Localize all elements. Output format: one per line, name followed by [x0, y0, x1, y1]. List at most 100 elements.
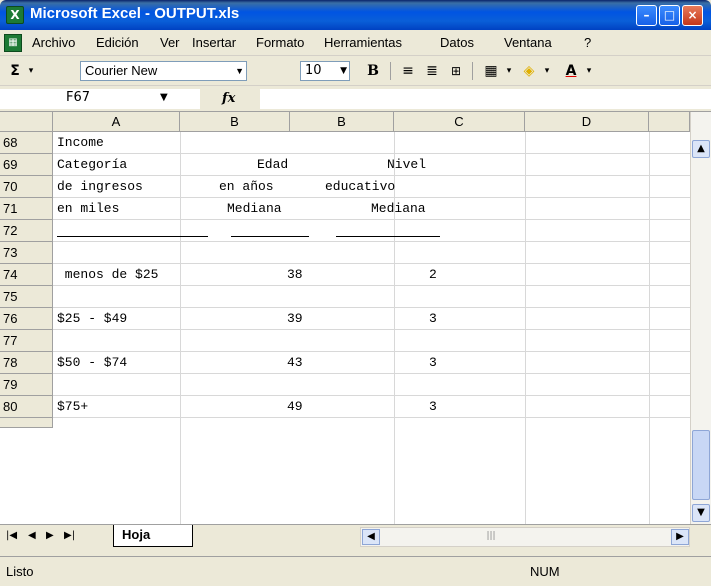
workbook-icon[interactable]: ▦	[4, 34, 22, 52]
align-center-icon[interactable]: ≡	[398, 61, 418, 81]
chevron-down-icon[interactable]: ▾	[584, 61, 594, 81]
row-header[interactable]: 69	[0, 154, 53, 176]
row-header[interactable]: 79	[0, 374, 53, 396]
table-row: en miles Mediana Mediana	[53, 198, 690, 220]
row-header[interactable]: 72	[0, 220, 53, 242]
cell-c69[interactable]: Nivel	[387, 154, 426, 176]
spreadsheet-grid[interactable]: A B B C D 68 Income 69 Categoría Edad Ni…	[0, 112, 690, 524]
scroll-thumb[interactable]	[692, 430, 710, 500]
row-header[interactable]: 68	[0, 132, 53, 154]
cell-c80[interactable]: 3	[429, 396, 437, 418]
column-header-c[interactable]: C	[394, 112, 525, 132]
last-sheet-icon[interactable]: ▶|	[64, 530, 75, 541]
cell-c76[interactable]: 3	[429, 308, 437, 330]
formatting-toolbar: Σ ▾ Courier New ▼ 10 ▼ B ≡ ≣ ⊞ ▦ ▾ ◈ ▾ A…	[0, 56, 711, 86]
table-row: $25 - $49 39 3	[53, 308, 690, 330]
table-row: Categoría Edad Nivel	[53, 154, 690, 176]
menu-herramientas[interactable]: Herramientas	[324, 35, 402, 50]
scroll-left-icon[interactable]: ◀	[362, 529, 380, 545]
first-sheet-icon[interactable]: |◀	[6, 530, 17, 541]
column-header-a[interactable]: A	[53, 112, 180, 132]
select-all-corner[interactable]	[0, 112, 53, 132]
row-header[interactable]: 78	[0, 352, 53, 374]
menu-datos[interactable]: Datos	[440, 35, 474, 50]
row-header[interactable]: 75	[0, 286, 53, 308]
table-row: Income	[53, 132, 690, 154]
cell-a74[interactable]: menos de $25	[57, 264, 159, 286]
table-row	[53, 330, 690, 352]
bold-button[interactable]: B	[364, 61, 382, 81]
autosum-button[interactable]: Σ	[6, 61, 24, 81]
menu-ver[interactable]: Ver	[160, 35, 180, 50]
cell-c74[interactable]: 2	[429, 264, 437, 286]
scroll-down-icon[interactable]: ▼	[692, 504, 710, 522]
cell-a68[interactable]: Income	[57, 132, 104, 154]
menu-bar: ▦ Archivo Edición Ver Insertar Formato H…	[0, 30, 711, 56]
align-right-icon[interactable]: ≣	[422, 61, 442, 81]
next-sheet-icon[interactable]: ▶	[46, 530, 54, 541]
cell-c71[interactable]: Mediana	[371, 198, 426, 220]
horizontal-scroll-thumb[interactable]: |||	[401, 529, 581, 545]
scroll-up-icon[interactable]: ▲	[692, 140, 710, 158]
menu-ventana[interactable]: Ventana	[504, 35, 552, 50]
column-header-b[interactable]: B	[180, 112, 290, 132]
cell-b76[interactable]: 39	[287, 308, 303, 330]
cell-b69[interactable]: Edad	[257, 154, 288, 176]
row-header[interactable]: 76	[0, 308, 53, 330]
menu-formato[interactable]: Formato	[256, 35, 304, 50]
cell-a71[interactable]: en miles	[57, 198, 119, 220]
row-header[interactable]: 80	[0, 396, 53, 418]
cell-c78[interactable]: 3	[429, 352, 437, 374]
sheet-tab-bar: |◀ ◀ ▶ ▶| Hoja ◀ ||| ▶	[0, 524, 711, 550]
menu-edicion[interactable]: Edición	[96, 35, 139, 50]
prev-sheet-icon[interactable]: ◀	[28, 530, 36, 541]
cell-a69[interactable]: Categoría	[57, 154, 127, 176]
cell-b80[interactable]: 49	[287, 396, 303, 418]
row-header[interactable]: 70	[0, 176, 53, 198]
formula-bar: F67 ▼ fx	[0, 86, 711, 112]
vertical-scrollbar[interactable]: ▲ ▼	[690, 112, 711, 524]
column-header-b2[interactable]: B	[290, 112, 394, 132]
chevron-down-icon[interactable]: ▾	[542, 61, 552, 81]
column-header-d[interactable]: D	[525, 112, 649, 132]
scroll-right-icon[interactable]: ▶	[671, 529, 689, 545]
cell-a76[interactable]: $25 - $49	[57, 308, 127, 330]
row-header[interactable]: 73	[0, 242, 53, 264]
row-header[interactable]: 74	[0, 264, 53, 286]
excel-app-icon[interactable]: X	[6, 6, 24, 24]
cell-c70[interactable]: educativo	[325, 176, 395, 198]
formula-input[interactable]	[260, 89, 711, 109]
sheet-tab-hoja[interactable]: Hoja	[113, 525, 193, 547]
row-header[interactable]: 77	[0, 330, 53, 352]
font-color-icon[interactable]: A	[560, 61, 582, 81]
fill-color-icon[interactable]: ◈	[518, 61, 540, 81]
name-box[interactable]: F67 ▼	[0, 89, 200, 109]
chevron-down-icon[interactable]: ▾	[504, 61, 514, 81]
cell-a78[interactable]: $50 - $74	[57, 352, 127, 374]
insert-function-icon[interactable]: fx	[222, 91, 235, 106]
menu-help[interactable]: ?	[584, 35, 591, 50]
menu-insertar[interactable]: Insertar	[192, 35, 236, 50]
minimize-button[interactable]: –	[636, 5, 657, 26]
horizontal-scrollbar[interactable]: ◀ ||| ▶	[360, 527, 690, 547]
row-header-partial[interactable]	[0, 418, 53, 428]
chevron-down-icon: ▼	[340, 66, 347, 76]
borders-icon[interactable]: ▦	[480, 61, 502, 81]
close-button[interactable]: ×	[682, 5, 703, 26]
menu-archivo[interactable]: Archivo	[32, 35, 75, 50]
cell-b74[interactable]: 38	[287, 264, 303, 286]
cell-b71[interactable]: Mediana	[227, 198, 282, 220]
table-row: menos de $25 38 2	[53, 264, 690, 286]
font-size-select[interactable]: 10 ▼	[300, 61, 350, 81]
cell-b78[interactable]: 43	[287, 352, 303, 374]
cell-b70[interactable]: en años	[219, 176, 274, 198]
merge-cells-icon[interactable]: ⊞	[446, 61, 466, 81]
cell-a80[interactable]: $75+	[57, 396, 88, 418]
table-row	[53, 286, 690, 308]
font-name-select[interactable]: Courier New ▼	[80, 61, 247, 81]
cell-a70[interactable]: de ingresos	[57, 176, 143, 198]
column-header-e[interactable]	[649, 112, 690, 132]
row-header[interactable]: 71	[0, 198, 53, 220]
autosum-dropdown-icon[interactable]: ▾	[26, 61, 36, 81]
maximize-button[interactable]: □	[659, 5, 680, 26]
